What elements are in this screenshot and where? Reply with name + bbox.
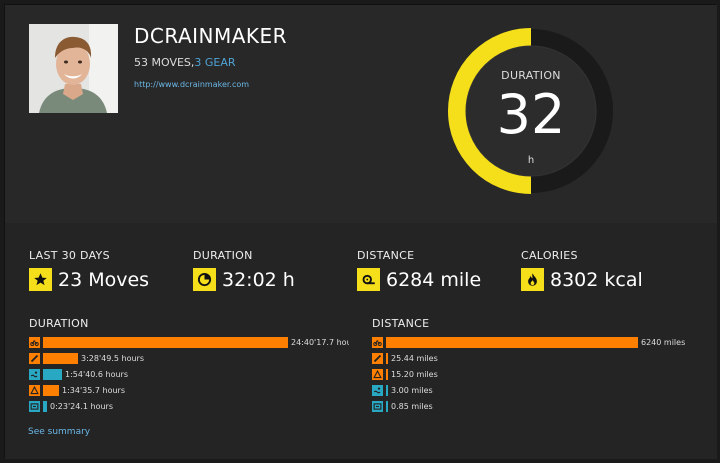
duration-value-triathlon: 1:34'35.7 hours: [62, 385, 126, 395]
distance-value-indoor: 0.85 miles: [391, 401, 433, 411]
gauge-unit: h: [527, 155, 535, 166]
stat-distance-value: 6284 mile: [386, 268, 482, 291]
distance-value-swimming: 3.00 miles: [391, 385, 433, 395]
distance-icon: [357, 268, 380, 291]
distance-value-cycling: 6240 miles: [641, 337, 686, 347]
profile-header: DCRAINMAKER 53 MOVES,3 GEAR http://www.d…: [5, 5, 717, 223]
duration-value-swimming: 1:54'40.6 hours: [65, 369, 129, 379]
stat-distance: DISTANCE 6284 mile: [357, 249, 481, 291]
distance-bar-indoor: [386, 400, 388, 412]
stat-moves: LAST 30 DAYS 23 Moves: [29, 249, 149, 291]
stat-distance-label: DISTANCE: [357, 249, 415, 262]
duration-row-running: 3:28'49.5 hours: [29, 350, 349, 366]
stat-duration-value: 32:02 h: [222, 268, 295, 291]
running-icon: [372, 352, 383, 364]
stat-duration: DURATION 32:02 h: [193, 249, 295, 291]
stat-moves-value: 23 Moves: [58, 268, 150, 291]
distance-bar-triathlon: [386, 368, 388, 380]
triathlon-icon: [372, 368, 383, 380]
duration-row-indoor: 0:23'24.1 hours: [29, 398, 349, 414]
star-icon: [29, 268, 52, 291]
stats-section: LAST 30 DAYS 23 Moves DURATION 32:02 h D…: [5, 223, 717, 459]
indoor-icon: [372, 400, 383, 412]
stat-duration-label: DURATION: [193, 249, 253, 262]
stat-calories: CALORIES 8302 kcal: [521, 249, 643, 291]
duration-bar-cycling: [43, 336, 288, 348]
gauge-value: 32: [496, 83, 566, 146]
distance-bar-cycling: [386, 336, 638, 348]
distance-value-triathlon: 15.20 miles: [391, 369, 438, 379]
duration-bar-triathlon: [43, 384, 59, 396]
gauge-label: DURATION: [501, 69, 561, 82]
triathlon-icon: [29, 384, 40, 396]
duration-value-indoor: 0:23'24.1 hours: [50, 401, 114, 411]
bike-icon: [29, 336, 40, 348]
flame-icon: [521, 268, 544, 291]
bike-icon: [372, 336, 383, 348]
profile-card: DCRAINMAKER 53 MOVES,3 GEAR http://www.d…: [4, 4, 717, 459]
avatar[interactable]: [29, 24, 118, 113]
see-summary-link[interactable]: See summary: [28, 427, 90, 437]
duration-breakdown: DURATION 24:40'17.7 hou 3:28'49.5 hours 1:…: [29, 317, 349, 414]
gear-count[interactable]: 3 GEAR: [194, 56, 235, 69]
duration-value-running: 3:28'49.5 hours: [81, 353, 145, 363]
distance-row-indoor: 0.85 miles: [372, 398, 692, 414]
website-link[interactable]: http://www.dcrainmaker.com: [134, 80, 249, 89]
distance-row-swimming: 3.00 miles: [372, 382, 692, 398]
stat-calories-value: 8302 kcal: [550, 268, 643, 291]
distance-row-running: 25.44 miles: [372, 350, 692, 366]
duration-row-triathlon: 1:34'35.7 hours: [29, 382, 349, 398]
distance-breakdown-title: DISTANCE: [372, 317, 430, 330]
duration-breakdown-title: DURATION: [29, 317, 89, 330]
stat-calories-label: CALORIES: [521, 249, 578, 262]
swim-icon: [29, 368, 40, 380]
moves-gear-line: 53 MOVES,3 GEAR: [134, 56, 236, 69]
distance-bar-running: [386, 352, 388, 364]
distance-breakdown: DISTANCE 6240 miles 25.44 miles 15.20 mile…: [372, 317, 692, 414]
swim-icon: [372, 384, 383, 396]
duration-row-cycling: 24:40'17.7 hou: [29, 334, 349, 350]
username: DCRAINMAKER: [134, 24, 288, 48]
distance-bar-swimming: [386, 384, 388, 396]
indoor-icon: [29, 400, 40, 412]
duration-bar-running: [43, 352, 78, 364]
duration-bar-swimming: [43, 368, 62, 380]
running-icon: [29, 352, 40, 364]
duration-row-swimming: 1:54'40.6 hours: [29, 366, 349, 382]
duration-value-cycling: 24:40'17.7 hou: [291, 337, 349, 347]
duration-gauge: DURATION 32 h: [441, 21, 621, 201]
distance-row-triathlon: 15.20 miles: [372, 366, 692, 382]
moves-count[interactable]: 53 MOVES,: [134, 56, 194, 69]
clock-icon: [193, 268, 216, 291]
distance-value-running: 25.44 miles: [391, 353, 438, 363]
stat-moves-label: LAST 30 DAYS: [29, 249, 110, 262]
distance-row-cycling: 6240 miles: [372, 334, 692, 350]
duration-bar-indoor: [43, 400, 47, 412]
